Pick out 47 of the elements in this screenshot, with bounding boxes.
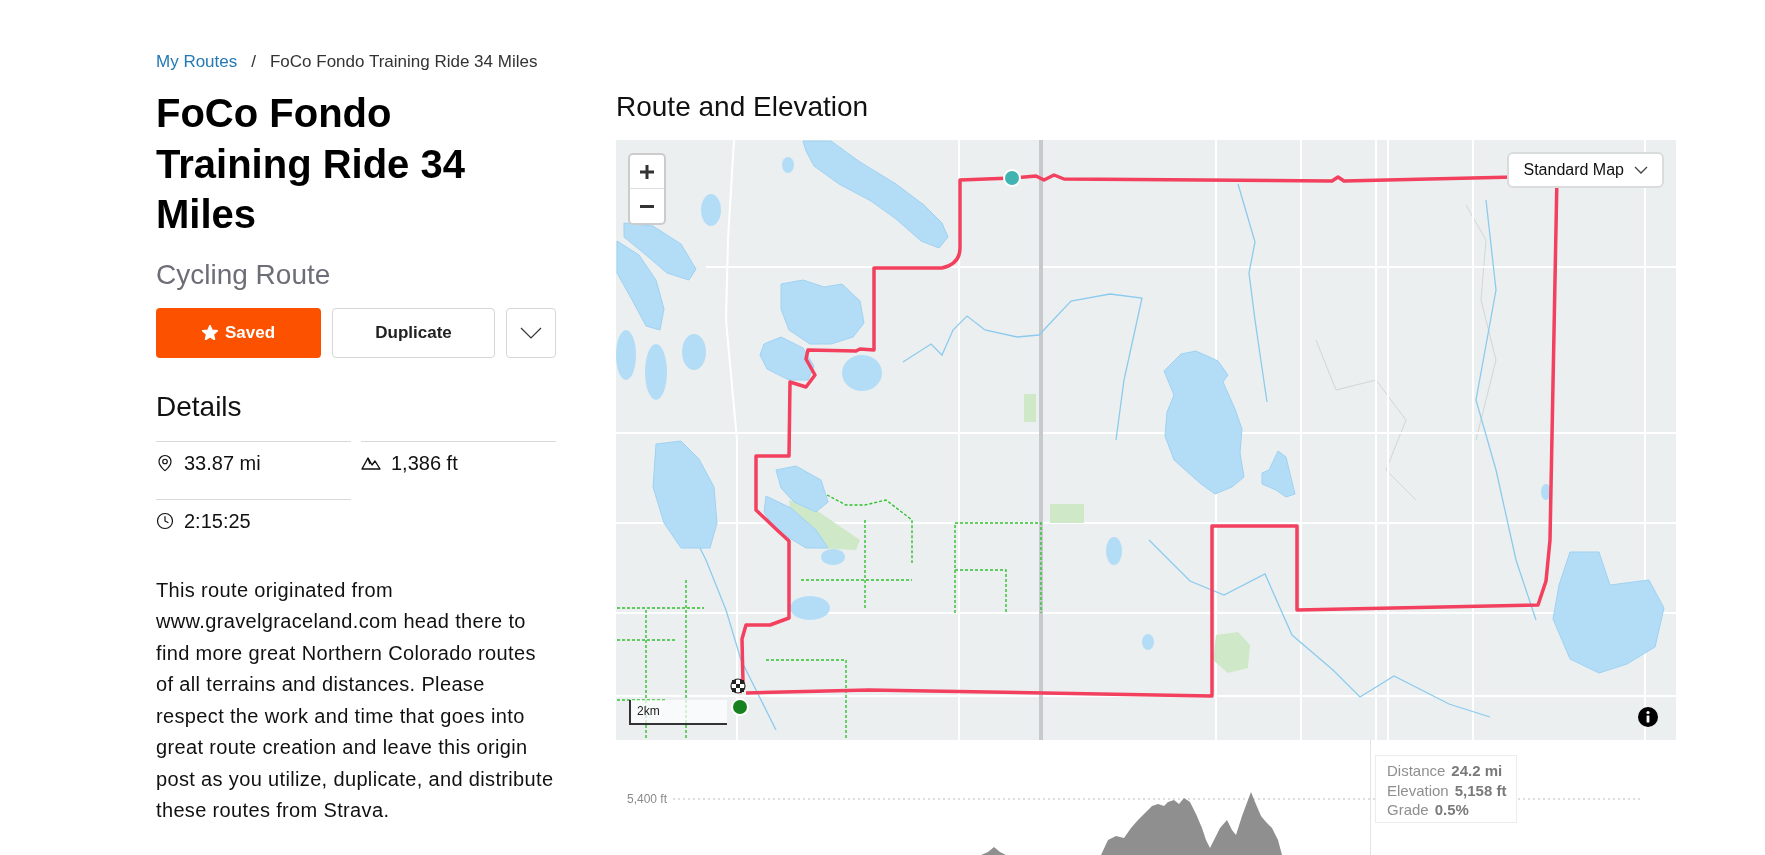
park-area [1213,632,1250,673]
axis-label: 5,400 ft [627,791,668,807]
lake [645,344,667,400]
finish-point-icon [731,698,749,716]
tooltip-value: 5,158 ft [1454,780,1507,800]
start-point-icon [1003,169,1021,187]
tooltip-value: 24.2 mi [1451,761,1503,781]
breadcrumb-current: FoCo Fondo Training Ride 34 Miles [270,52,538,72]
location-pin-icon [156,453,174,472]
duplicate-button[interactable]: Duplicate [332,307,495,358]
info-icon[interactable] [1638,707,1658,727]
section-heading: Route and Elevation [616,90,870,124]
tooltip-label: Grade [1387,800,1429,820]
lake [790,596,830,620]
breadcrumb-link[interactable]: My Routes [156,52,238,72]
tooltip-label: Distance [1387,761,1446,781]
lake [782,157,794,173]
tooltip-value: 0.5% [1434,800,1469,820]
scale-bar: 2km [629,700,727,725]
route-description: This route originated from www.gravelgraceland.com head there to find more great Northern Colorado routes of all terrains and distances. Please respect the work and time that goes into great route creation and leave this origin post as you utilize, duplicate, and distribute these routes from Strava. [156,577,555,823]
clock-icon [156,511,174,530]
chevron-down-icon [1634,166,1648,174]
lake [1142,634,1154,650]
route-title: FoCo Fondo Training Ride 34 Miles [156,90,466,238]
lake [1106,537,1122,565]
stat-value: 33.87 mi [184,450,261,475]
map-style-dropdown[interactable]: Standard Map [1507,152,1664,188]
stat-value: 2:15:25 [184,508,251,533]
tooltip-label: Elevation [1387,780,1449,800]
stat-value: 1,386 ft [391,450,458,475]
breadcrumb-separator: / [251,52,256,72]
park-area [1024,394,1036,422]
minus-icon [640,204,654,208]
mountain-icon [361,455,381,470]
lake [775,465,829,513]
star-icon [201,325,218,340]
park-area [1050,504,1084,523]
lake [842,355,882,391]
lake [1541,484,1551,500]
chevron-down-icon [520,326,542,339]
lake [682,334,706,370]
route-type: Cycling Route [156,257,332,292]
lake [701,194,721,226]
details-heading: Details [156,389,243,424]
lake [1261,450,1296,498]
plus-icon [640,164,654,179]
finish-flag-icon [730,678,746,694]
